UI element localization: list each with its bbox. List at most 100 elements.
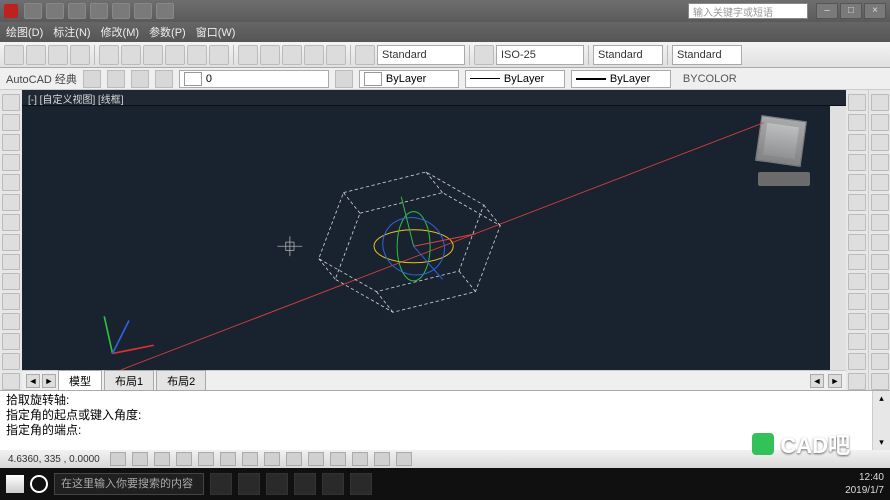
- array-tool-icon[interactable]: [848, 194, 866, 211]
- toolbar-icon[interactable]: [4, 45, 24, 65]
- status-toggle[interactable]: [396, 452, 412, 466]
- toolbar-icon[interactable]: [99, 45, 119, 65]
- layer-icon[interactable]: [155, 70, 173, 88]
- qat-button[interactable]: [90, 3, 108, 19]
- dyn-toggle[interactable]: [264, 452, 280, 466]
- status-toggle[interactable]: [352, 452, 368, 466]
- tool-icon[interactable]: [2, 353, 20, 370]
- toolbar-icon[interactable]: [121, 45, 141, 65]
- tool-icon[interactable]: [871, 353, 889, 370]
- grid-toggle[interactable]: [132, 452, 148, 466]
- toolbar-icon[interactable]: [304, 45, 324, 65]
- start-button-icon[interactable]: [6, 475, 24, 493]
- zoom-tool-icon[interactable]: [871, 114, 889, 131]
- minimize-button[interactable]: –: [816, 3, 838, 19]
- trim-tool-icon[interactable]: [848, 214, 866, 231]
- layer-dropdown[interactable]: 0: [179, 70, 329, 88]
- text-style-icon[interactable]: [355, 45, 375, 65]
- status-toggle[interactable]: [330, 452, 346, 466]
- hatch-tool-icon[interactable]: [2, 214, 20, 231]
- toolbar-icon[interactable]: [209, 45, 229, 65]
- ducs-toggle[interactable]: [242, 452, 258, 466]
- color-icon[interactable]: [335, 70, 353, 88]
- toolbar-icon[interactable]: [260, 45, 280, 65]
- orbit-tool-icon[interactable]: [871, 134, 889, 151]
- close-button[interactable]: ×: [864, 3, 886, 19]
- tab-scroll-right[interactable]: ►: [42, 374, 56, 388]
- chamfer-tool-icon[interactable]: [848, 273, 866, 290]
- rect-tool-icon[interactable]: [2, 174, 20, 191]
- maximize-button[interactable]: □: [840, 3, 862, 19]
- tool-icon[interactable]: [871, 254, 889, 271]
- circle-tool-icon[interactable]: [2, 134, 20, 151]
- rotate-tool-icon[interactable]: [848, 134, 866, 151]
- offset-tool-icon[interactable]: [848, 174, 866, 191]
- dim-style-icon[interactable]: [474, 45, 494, 65]
- tool-icon[interactable]: [871, 194, 889, 211]
- move-tool-icon[interactable]: [848, 94, 866, 111]
- qat-button[interactable]: [24, 3, 42, 19]
- toolbar-icon[interactable]: [165, 45, 185, 65]
- menu-draw[interactable]: 绘图(D): [6, 24, 43, 40]
- tool-icon[interactable]: [848, 373, 866, 390]
- steer-tool-icon[interactable]: [871, 154, 889, 171]
- dim-style-dropdown[interactable]: ISO-25: [496, 45, 584, 65]
- workspace-icon[interactable]: [83, 70, 101, 88]
- polar-toggle[interactable]: [176, 452, 192, 466]
- ellipse-tool-icon[interactable]: [2, 194, 20, 211]
- layer-icon[interactable]: [107, 70, 125, 88]
- qp-toggle[interactable]: [308, 452, 324, 466]
- copy-tool-icon[interactable]: [848, 114, 866, 131]
- command-scrollbar[interactable]: ▴ ▾: [872, 391, 890, 450]
- menu-parametric[interactable]: 参数(P): [149, 24, 186, 40]
- toolbar-icon[interactable]: [326, 45, 346, 65]
- menu-dimension[interactable]: 标注(N): [53, 24, 90, 40]
- viewport-label[interactable]: [-] [自定义视图] [线框]: [22, 90, 846, 106]
- taskbar-search-input[interactable]: 在这里输入你要搜索的内容: [54, 473, 204, 495]
- region-tool-icon[interactable]: [2, 333, 20, 350]
- line-tool-icon[interactable]: [2, 94, 20, 111]
- ortho-toggle[interactable]: [154, 452, 170, 466]
- taskview-icon[interactable]: [210, 473, 232, 495]
- toolbar-icon[interactable]: [70, 45, 90, 65]
- rotate-gizmo[interactable]: [373, 197, 475, 285]
- toolbar-icon[interactable]: [143, 45, 163, 65]
- lwt-toggle[interactable]: [286, 452, 302, 466]
- osnap-toggle[interactable]: [198, 452, 214, 466]
- tab-model[interactable]: 模型: [58, 370, 102, 392]
- mirror-tool-icon[interactable]: [848, 154, 866, 171]
- scale-tool-icon[interactable]: [848, 293, 866, 310]
- system-clock[interactable]: 12:40 2019/1/7: [845, 471, 884, 497]
- extend-tool-icon[interactable]: [848, 234, 866, 251]
- otrack-toggle[interactable]: [220, 452, 236, 466]
- qat-button[interactable]: [112, 3, 130, 19]
- status-toggle[interactable]: [374, 452, 390, 466]
- qat-button[interactable]: [134, 3, 152, 19]
- qat-button[interactable]: [156, 3, 174, 19]
- style-dropdown[interactable]: Standard: [593, 45, 663, 65]
- menu-window[interactable]: 窗口(W): [196, 24, 236, 40]
- tool-icon[interactable]: [871, 333, 889, 350]
- snap-toggle[interactable]: [110, 452, 126, 466]
- hscroll-left[interactable]: ◄: [810, 374, 824, 388]
- scroll-up-icon[interactable]: ▴: [879, 391, 884, 406]
- toolbar-icon[interactable]: [48, 45, 68, 65]
- drawing-canvas[interactable]: [22, 106, 846, 370]
- tab-layout2[interactable]: 布局2: [156, 370, 206, 392]
- layer-icon[interactable]: [131, 70, 149, 88]
- text-style-dropdown[interactable]: Standard: [377, 45, 465, 65]
- help-search-input[interactable]: 输入关键字或短语: [688, 3, 808, 19]
- tool-icon[interactable]: [2, 373, 20, 390]
- polyline-tool-icon[interactable]: [2, 114, 20, 131]
- stretch-tool-icon[interactable]: [848, 313, 866, 330]
- tool-icon[interactable]: [871, 373, 889, 390]
- lineweight-dropdown[interactable]: ByLayer: [571, 70, 671, 88]
- fillet-tool-icon[interactable]: [848, 254, 866, 271]
- tool-icon[interactable]: [871, 293, 889, 310]
- scroll-down-icon[interactable]: ▾: [879, 435, 884, 450]
- table-tool-icon[interactable]: [2, 313, 20, 330]
- qat-button[interactable]: [46, 3, 64, 19]
- linetype-dropdown[interactable]: ByLayer: [465, 70, 565, 88]
- point-tool-icon[interactable]: [2, 254, 20, 271]
- cortana-icon[interactable]: [30, 475, 48, 493]
